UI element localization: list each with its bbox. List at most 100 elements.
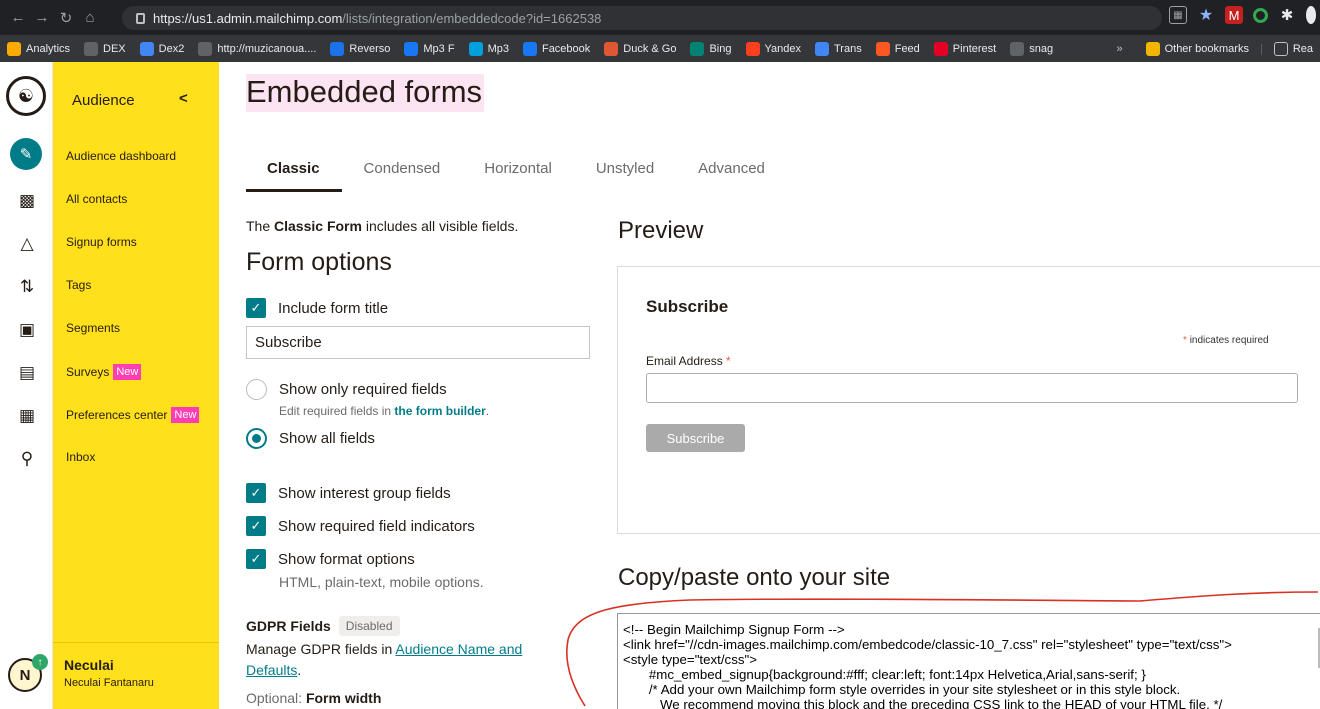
bookmark-item[interactable]: Reverso (323, 41, 397, 56)
feed-icon (875, 41, 890, 56)
preview-subscribe-button[interactable]: Subscribe (646, 424, 745, 452)
sidebar-item-label: All contacts (66, 192, 128, 206)
bing-icon (690, 41, 705, 56)
reload-icon[interactable]: ↻ (54, 6, 78, 30)
form-width-bold: Form width (305, 690, 382, 706)
include-title-checkbox[interactable]: ✓ Include form title (246, 298, 388, 318)
facebook-icon (522, 41, 537, 56)
sidebar-item-all-contacts[interactable]: All contacts (66, 192, 127, 206)
reading-list[interactable]: Rea (1267, 41, 1320, 56)
bookmark-label: Dex2 (158, 42, 185, 55)
tab-advanced[interactable]: Advanced (676, 156, 787, 192)
bookmark-label: Trans (834, 42, 862, 55)
bookmark-label: Mp3 F (423, 42, 455, 55)
radio-required-label: Show only required fields (279, 381, 447, 398)
tab-unstyled[interactable]: Unstyled (574, 156, 676, 192)
form-title-input[interactable] (246, 326, 590, 359)
main-content: Embedded forms Classic Condensed Horizonta… (219, 62, 1320, 709)
embed-code-textarea[interactable]: <!-- Begin Mailchimp Signup Form --> <li… (617, 613, 1320, 709)
bookmark-item[interactable]: Pinterest (927, 41, 1003, 56)
bookmark-star-icon[interactable]: ★ (1197, 6, 1215, 24)
intro-suffix: includes all visible fields. (361, 218, 519, 234)
fb-icon (404, 41, 419, 56)
extensions-puzzle-icon[interactable]: ✱ (1278, 6, 1296, 24)
qr-code-icon[interactable]: ▦ (1169, 6, 1187, 24)
profile-icon[interactable] (1306, 6, 1316, 24)
bookmark-label: Pinterest (952, 42, 997, 55)
forward-arrow-icon[interactable]: → (30, 6, 54, 30)
other-bookmarks-folder[interactable]: Other bookmarks (1139, 41, 1256, 56)
bookmark-item[interactable]: Bing (683, 41, 738, 56)
bookmark-item[interactable]: Dex2 (133, 41, 192, 56)
radio-all-fields[interactable]: Show all fields (246, 428, 375, 449)
back-arrow-icon[interactable]: ← (6, 6, 30, 30)
format-options-checkbox[interactable]: ✓ Show format options (246, 549, 415, 569)
sidebar-collapse-chevron-icon[interactable]: < (179, 90, 188, 107)
preview-form-title: Subscribe (646, 297, 729, 316)
bookmark-item[interactable]: Yandex (739, 41, 809, 56)
sidebar-item-surveys[interactable]: Surveys New (66, 364, 142, 380)
mailchimp-logo-icon[interactable]: ☯ (6, 76, 46, 116)
bookmark-item[interactable]: Facebook (516, 41, 597, 56)
bookmarks-overflow-button[interactable]: » (1100, 43, 1138, 55)
address-bar[interactable]: https://us1.admin.mailchimp.com/lists/in… (122, 6, 1162, 30)
required-note-text: indicates required (1189, 335, 1269, 346)
home-icon[interactable]: ⌂ (78, 6, 102, 30)
audience-icon[interactable]: ▩ (14, 188, 40, 214)
checkmark-icon: ✓ (246, 298, 266, 318)
bookmark-item[interactable]: DEX (77, 41, 133, 56)
tab-horizontal[interactable]: Horizontal (462, 156, 574, 192)
bookmark-item[interactable]: Mp3 (462, 41, 516, 56)
automations-icon[interactable]: ⇅ (14, 274, 40, 300)
website-icon[interactable]: ▣ (14, 317, 40, 343)
opera-extension-icon[interactable] (1253, 7, 1268, 23)
checkmark-icon: ✓ (246, 483, 266, 503)
bookmark-item[interactable]: Trans (808, 41, 869, 56)
email-label: Email Address * (646, 354, 731, 368)
sidebar-item-segments[interactable]: Segments (66, 321, 120, 335)
bookmark-label: Mp3 (487, 42, 509, 55)
gdpr-section: GDPR Fields Disabled (246, 616, 400, 636)
upgrade-arrow-icon[interactable]: ↑ (32, 654, 48, 670)
sidebar-item-tags[interactable]: Tags (66, 278, 91, 292)
sidebar-user[interactable]: Neculai Neculai Fantanaru (53, 642, 219, 689)
integrations-grid-icon[interactable]: ▦ (14, 403, 40, 429)
bookmarks-bar: Analytics DEX Dex2 http://muzicanoua.... Rev… (0, 35, 1320, 62)
reading-list-icon (1273, 41, 1288, 56)
campaigns-megaphone-icon[interactable]: △ (14, 231, 40, 257)
user-full-name: Neculai Fantanaru (64, 677, 154, 689)
sidebar-item-label: Preferences center (66, 408, 168, 422)
required-fields-hint: Edit required fields in the form builder… (279, 404, 489, 418)
gdpr-desc-end: . (297, 662, 302, 678)
bookmark-item[interactable]: Duck & Go (597, 41, 683, 56)
bookmark-item[interactable]: snag (1003, 41, 1060, 56)
sidebar-title: Audience (72, 92, 135, 109)
sidebar-item-audience-dashboard[interactable]: Audience dashboard (66, 149, 176, 163)
interest-group-checkbox[interactable]: ✓ Show interest group fields (246, 483, 451, 503)
pinterest-icon (933, 41, 948, 56)
bookmark-item[interactable]: Mp3 F (397, 41, 461, 56)
bookmark-item[interactable]: http://muzicanoua.... (191, 41, 323, 56)
bookmark-item[interactable]: Feed (869, 41, 927, 56)
bookmark-item[interactable]: Analytics (0, 41, 77, 56)
sidebar-item-signup-forms[interactable]: Signup forms (66, 235, 137, 249)
required-indicators-checkbox[interactable]: ✓ Show required field indicators (246, 516, 475, 536)
yandex-icon (745, 41, 760, 56)
tab-classic[interactable]: Classic (246, 156, 342, 192)
sidebar-item-preferences-center[interactable]: Preferences center New (66, 407, 200, 423)
sidebar-item-inbox[interactable]: Inbox (66, 450, 95, 464)
bookmark-label: snag (1029, 42, 1054, 55)
content-studio-icon[interactable]: ▤ (14, 360, 40, 386)
interest-group-label: Show interest group fields (278, 484, 451, 502)
create-pencil-icon[interactable]: ✎ (10, 138, 42, 170)
radio-required-fields[interactable]: Show only required fields (246, 379, 447, 400)
folder-icon (1145, 41, 1160, 56)
checkmark-icon: ✓ (246, 516, 266, 536)
tab-condensed[interactable]: Condensed (342, 156, 463, 192)
gmail-extension-icon[interactable]: M (1225, 6, 1243, 24)
email-label-text: Email Address (646, 354, 723, 368)
extension-area: ▦ ★ M ✱ (1169, 6, 1316, 24)
form-builder-link[interactable]: the form builder (394, 404, 485, 418)
search-icon[interactable]: ⚲ (14, 446, 40, 472)
preview-email-input[interactable] (646, 373, 1298, 403)
